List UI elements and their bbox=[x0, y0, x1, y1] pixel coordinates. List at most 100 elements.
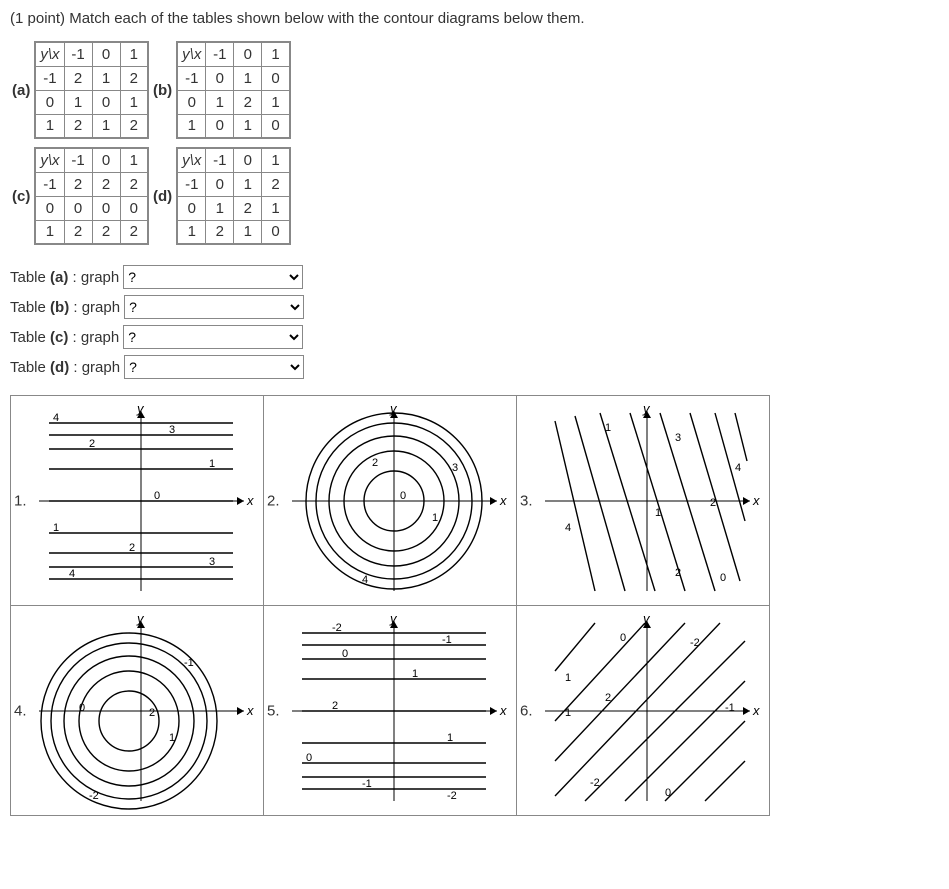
svg-text:3: 3 bbox=[169, 424, 175, 436]
select-b[interactable]: ? bbox=[124, 295, 304, 319]
yx-header: y\x bbox=[35, 42, 64, 66]
graph-4: y x 0 -1 2 1 -2 bbox=[29, 611, 254, 811]
prompt-body: Match each of the tables shown below wit… bbox=[69, 10, 584, 27]
svg-text:2: 2 bbox=[332, 700, 338, 712]
svg-text:x: x bbox=[499, 703, 507, 718]
match-row-a: Table (a) : graph ? bbox=[10, 265, 939, 289]
label-c: (c) bbox=[10, 188, 32, 205]
svg-text:3: 3 bbox=[675, 432, 681, 444]
graph-1: y x 4 2 3 1 0 1 2 3 4 bbox=[29, 401, 254, 601]
svg-text:1: 1 bbox=[209, 458, 215, 470]
graph-number-1: 1. bbox=[13, 492, 28, 509]
svg-text:3: 3 bbox=[452, 462, 458, 474]
svg-text:y: y bbox=[136, 611, 145, 626]
label-b: (b) bbox=[151, 82, 174, 99]
svg-text:1: 1 bbox=[169, 732, 175, 744]
svg-text:y: y bbox=[642, 401, 651, 416]
graph-cell-6: 6. y x 0 -2 1 2 -1 1 -2 0 bbox=[517, 606, 770, 816]
svg-text:2: 2 bbox=[710, 497, 716, 509]
svg-text:0: 0 bbox=[720, 572, 726, 584]
table-a: y\x-101 -1212 0101 1212 bbox=[34, 41, 149, 139]
svg-text:0: 0 bbox=[665, 787, 671, 799]
match-row-c: Table (c) : graph ? bbox=[10, 325, 939, 349]
svg-text:1: 1 bbox=[53, 522, 59, 534]
table-d: y\x-101 -1012 0121 1210 bbox=[176, 147, 291, 245]
svg-text:y: y bbox=[136, 401, 145, 416]
select-d[interactable]: ? bbox=[124, 355, 304, 379]
points: (1 point) bbox=[10, 10, 69, 27]
svg-text:2: 2 bbox=[149, 707, 155, 719]
label-a: (a) bbox=[10, 82, 32, 99]
label-d: (d) bbox=[151, 188, 174, 205]
svg-text:-1: -1 bbox=[362, 778, 372, 790]
svg-text:0: 0 bbox=[400, 490, 406, 502]
svg-text:-1: -1 bbox=[725, 702, 735, 714]
svg-text:y: y bbox=[389, 611, 398, 626]
table-c: y\x-101 -1222 0000 1222 bbox=[34, 147, 149, 245]
graph-number-4: 4. bbox=[13, 702, 28, 719]
graph-number-3: 3. bbox=[519, 492, 534, 509]
svg-text:x: x bbox=[752, 493, 760, 508]
svg-text:x: x bbox=[499, 493, 507, 508]
svg-text:-2: -2 bbox=[447, 790, 457, 802]
svg-text:2: 2 bbox=[372, 457, 378, 469]
svg-text:-1: -1 bbox=[442, 634, 452, 646]
svg-text:4: 4 bbox=[69, 568, 75, 580]
tables-zone: (a) y\x-101 -1212 0101 1212 (b) y\x-101 … bbox=[10, 39, 939, 247]
svg-text:-2: -2 bbox=[89, 790, 99, 802]
svg-text:2: 2 bbox=[675, 567, 681, 579]
svg-text:4: 4 bbox=[53, 412, 59, 424]
svg-text:1: 1 bbox=[565, 707, 571, 719]
svg-text:2: 2 bbox=[89, 438, 95, 450]
table-b: y\x-101 -1010 0121 1010 bbox=[176, 41, 291, 139]
match-rows: Table (a) : graph ? Table (b) : graph ? … bbox=[10, 265, 939, 379]
svg-text:x: x bbox=[246, 493, 254, 508]
svg-text:0: 0 bbox=[79, 702, 85, 714]
svg-text:1: 1 bbox=[447, 732, 453, 744]
yx-header: y\x bbox=[177, 42, 206, 66]
graph-6: y x 0 -2 1 2 -1 1 -2 0 bbox=[535, 611, 760, 811]
svg-text:0: 0 bbox=[306, 752, 312, 764]
svg-text:0: 0 bbox=[620, 632, 626, 644]
select-a[interactable]: ? bbox=[123, 265, 303, 289]
yx-header: y\x bbox=[35, 148, 64, 172]
svg-text:-2: -2 bbox=[690, 637, 700, 649]
svg-text:4: 4 bbox=[362, 574, 368, 586]
svg-text:3: 3 bbox=[209, 556, 215, 568]
svg-text:x: x bbox=[246, 703, 254, 718]
svg-text:-2: -2 bbox=[332, 622, 342, 634]
svg-text:2: 2 bbox=[129, 542, 135, 554]
question-text: (1 point) Match each of the tables shown… bbox=[10, 10, 939, 27]
svg-text:0: 0 bbox=[342, 648, 348, 660]
graph-cell-5: 5. y x -2 -1 0 1 2 1 0 -1 -2 bbox=[264, 606, 517, 816]
svg-text:2: 2 bbox=[605, 692, 611, 704]
svg-text:4: 4 bbox=[735, 462, 741, 474]
svg-text:1: 1 bbox=[412, 668, 418, 680]
graph-cell-1: 1. y x 4 2 3 1 0 1 2 3 4 bbox=[11, 396, 264, 606]
graph-2: y x 2 0 3 1 4 bbox=[282, 401, 507, 601]
yx-header: y\x bbox=[177, 148, 206, 172]
svg-text:1: 1 bbox=[565, 672, 571, 684]
graph-cell-2: 2. y x 2 0 3 1 4 bbox=[264, 396, 517, 606]
svg-text:-1: -1 bbox=[184, 657, 194, 669]
match-row-b: Table (b) : graph ? bbox=[10, 295, 939, 319]
svg-text:1: 1 bbox=[655, 507, 661, 519]
graph-number-6: 6. bbox=[519, 702, 534, 719]
graph-number-2: 2. bbox=[266, 492, 281, 509]
tables-row-2: (c) y\x-101 -1222 0000 1222 (d) y\x-101 … bbox=[10, 145, 939, 247]
svg-text:1: 1 bbox=[432, 512, 438, 524]
svg-text:-2: -2 bbox=[590, 777, 600, 789]
tables-row-1: (a) y\x-101 -1212 0101 1212 (b) y\x-101 … bbox=[10, 39, 939, 141]
svg-text:x: x bbox=[752, 703, 760, 718]
graph-5: y x -2 -1 0 1 2 1 0 -1 -2 bbox=[282, 611, 507, 811]
graphs-grid: 1. y x 4 2 3 1 0 1 2 3 4 2. y x 2 0 bbox=[10, 395, 770, 816]
graph-number-5: 5. bbox=[266, 702, 281, 719]
svg-text:y: y bbox=[642, 611, 651, 626]
svg-text:4: 4 bbox=[565, 522, 571, 534]
svg-text:1: 1 bbox=[605, 422, 611, 434]
select-c[interactable]: ? bbox=[123, 325, 303, 349]
match-row-d: Table (d) : graph ? bbox=[10, 355, 939, 379]
graph-cell-3: 3. y x 1 3 4 1 2 4 2 0 bbox=[517, 396, 770, 606]
svg-text:0: 0 bbox=[154, 490, 160, 502]
graph-3: y x 1 3 4 1 2 4 2 0 bbox=[535, 401, 760, 601]
